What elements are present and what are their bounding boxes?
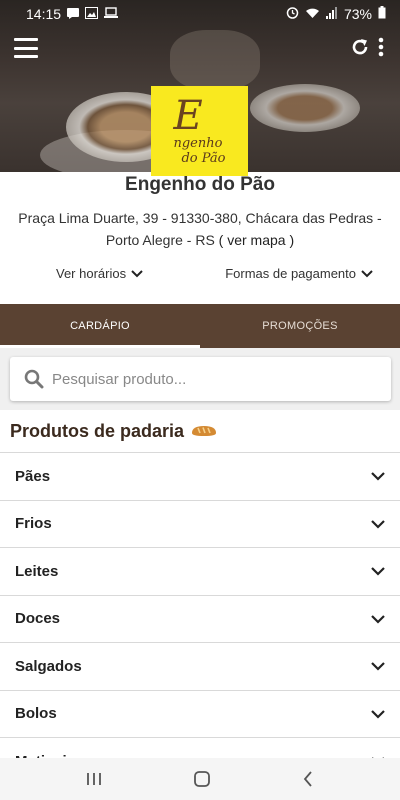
category-item-paes[interactable]: Pães: [0, 452, 400, 500]
chevron-down-icon: [371, 472, 385, 481]
category-item-salgados[interactable]: Salgados: [0, 642, 400, 690]
message-notification-icon: [67, 6, 80, 22]
image-notification-icon: [85, 6, 99, 22]
store-name: Engenho do Pão: [125, 174, 275, 195]
category-item-bolos[interactable]: Bolos: [0, 689, 400, 737]
chevron-down-icon: [131, 269, 143, 277]
chevron-down-icon: [371, 519, 385, 529]
category-item-doces[interactable]: Doces: [0, 594, 400, 642]
chevron-down-icon: [371, 709, 385, 719]
search-icon: [24, 369, 44, 389]
store-logo: E ngenho do Pão: [151, 86, 248, 176]
status-bar: 14:15 73%: [0, 0, 400, 28]
laptop-notification-icon: [104, 6, 119, 22]
payment-methods-toggle[interactable]: Formas de pagamento: [225, 266, 374, 281]
system-navigation-bar: [0, 758, 400, 800]
refresh-icon[interactable]: [350, 37, 370, 62]
search-input[interactable]: [52, 370, 352, 388]
tab-bar: CARDÁPIO PROMOÇÕES: [0, 304, 400, 348]
back-icon[interactable]: [301, 770, 315, 788]
chevron-down-icon: [371, 614, 385, 624]
chevron-down-icon: [371, 567, 385, 576]
wifi-icon: [305, 6, 320, 22]
more-options-icon[interactable]: [378, 36, 384, 63]
section-title: Produtos de padaria: [10, 420, 185, 441]
cover-hand-shape: [170, 30, 260, 90]
category-item-frios[interactable]: Frios: [0, 499, 400, 547]
tab-cardapio[interactable]: CARDÁPIO: [0, 304, 200, 348]
cover-coffee-cup: [250, 84, 360, 132]
status-time: 14:15: [26, 6, 62, 22]
recent-apps-icon[interactable]: [85, 771, 103, 787]
category-item-leites[interactable]: Leites: [0, 547, 400, 595]
hamburger-menu-icon[interactable]: [14, 38, 38, 58]
alarm-icon: [286, 6, 299, 22]
search-box: [10, 357, 391, 401]
chevron-down-icon: [371, 662, 385, 671]
battery-percent: 73%: [343, 6, 372, 22]
store-info-card: Engenho do Pão Praça Lima Duarte, 39 - 9…: [0, 172, 400, 304]
category-list: Pães Frios Leites Doces Salgados Bolos M…: [0, 452, 400, 785]
signal-icon: [325, 6, 338, 22]
chevron-down-icon: [361, 269, 373, 277]
view-map-link[interactable]: ( ver mapa ): [219, 232, 294, 248]
store-address: Praça Lima Duarte, 39 - 91330-380, Cháca…: [18, 210, 382, 248]
bread-icon: [192, 426, 217, 436]
battery-icon: [378, 6, 386, 22]
tab-promocoes[interactable]: PROMOÇÕES: [200, 304, 400, 348]
home-icon[interactable]: [193, 770, 211, 788]
section-header: Produtos de padaria: [0, 410, 400, 452]
opening-hours-toggle[interactable]: Ver horários: [56, 266, 144, 281]
